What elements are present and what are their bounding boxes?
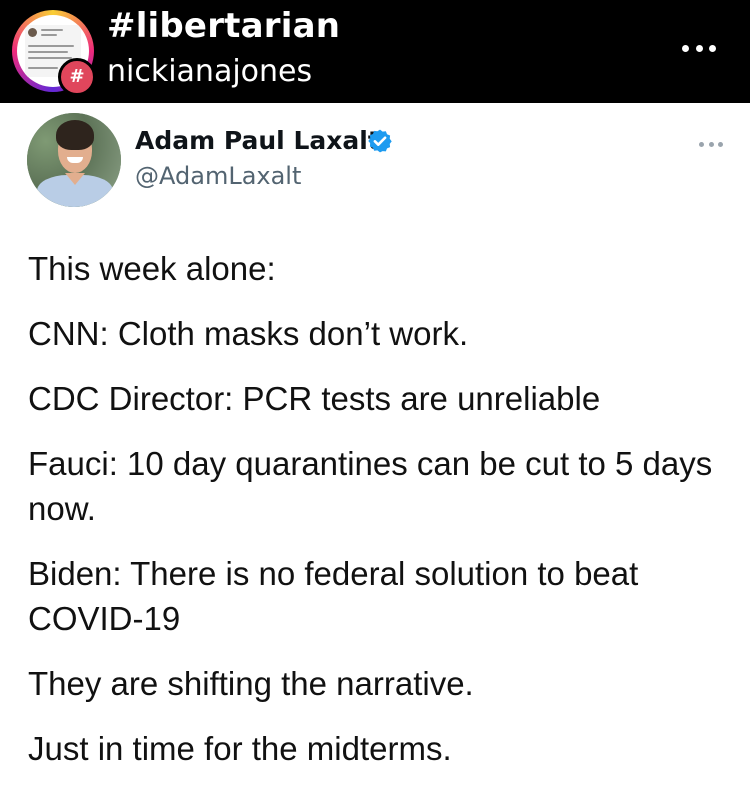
post-header: # #libertarian nickianajones	[0, 0, 750, 103]
thumbnail-face	[28, 28, 37, 37]
author-avatar[interactable]	[27, 113, 121, 207]
thumbnail-line	[28, 67, 58, 69]
tweet-line: They are shifting the narrative.	[28, 665, 474, 702]
tweet-line: Biden: There is no federal solution to b…	[28, 555, 639, 637]
author-name[interactable]: Adam Paul Laxalt	[135, 124, 380, 158]
tweet-line: Just in time for the midterms.	[28, 730, 452, 767]
thumbnail-line	[28, 57, 72, 59]
tweet-line: CNN: Cloth masks don’t work.	[28, 315, 469, 352]
thumbnail-line	[28, 45, 74, 47]
tweet-text: This week alone: CNN: Cloth masks don’t …	[28, 246, 728, 791]
tweet-line: Fauci: 10 day quarantines can be cut to …	[28, 445, 713, 527]
more-horizontal-icon[interactable]	[682, 38, 716, 58]
hashtag-title[interactable]: #libertarian	[107, 4, 340, 48]
author-handle[interactable]: @AdamLaxalt	[135, 160, 301, 192]
thumbnail-line	[41, 29, 63, 31]
more-horizontal-icon[interactable]	[699, 140, 723, 148]
hashtag-icon: #	[58, 58, 96, 96]
username-link[interactable]: nickianajones	[107, 52, 312, 92]
tweet-line: CDC Director: PCR tests are unreliable	[28, 380, 601, 417]
verified-badge-icon	[368, 129, 392, 153]
thumbnail-line	[41, 34, 57, 36]
thumbnail-line	[28, 51, 68, 53]
tweet-line: This week alone:	[28, 250, 276, 287]
